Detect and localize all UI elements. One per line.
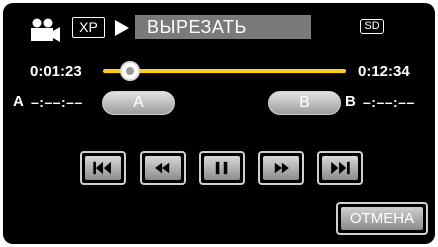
skip-forward-button[interactable] [317,151,363,185]
sd-card-icon: SD [360,19,384,34]
cancel-button[interactable]: ОТМЕНА [336,202,428,235]
set-point-a-button[interactable]: A [102,91,175,115]
total-time: 0:12:34 [358,63,410,80]
video-camera-icon [31,18,60,42]
current-time: 0:01:23 [30,63,82,80]
set-point-b-button[interactable]: B [268,91,341,115]
progress-handle[interactable] [119,61,140,81]
marker-b-time: –:––:–– [363,94,415,110]
rewind-button[interactable] [140,151,186,185]
rewind-icon [155,162,170,174]
fast-forward-button[interactable] [258,151,304,185]
marker-a-time: –:––:–– [31,94,83,110]
fast-forward-icon [274,162,289,174]
cancel-button-label: ОТМЕНА [341,207,423,230]
pause-button[interactable] [199,151,245,185]
quality-badge: XP [72,17,105,38]
mode-title: ВЫРЕЗАТЬ [135,15,311,39]
skip-back-icon [93,161,111,175]
skip-back-button[interactable] [80,151,126,185]
playback-screen: XP ВЫРЕЗАТЬ SD 0:01:23 0:12:34 A –:––:––… [3,3,435,244]
pause-icon [215,161,228,175]
marker-b-label: B [345,93,356,110]
marker-a-label: A [13,93,24,110]
play-icon [115,20,129,36]
skip-forward-icon [331,161,350,175]
